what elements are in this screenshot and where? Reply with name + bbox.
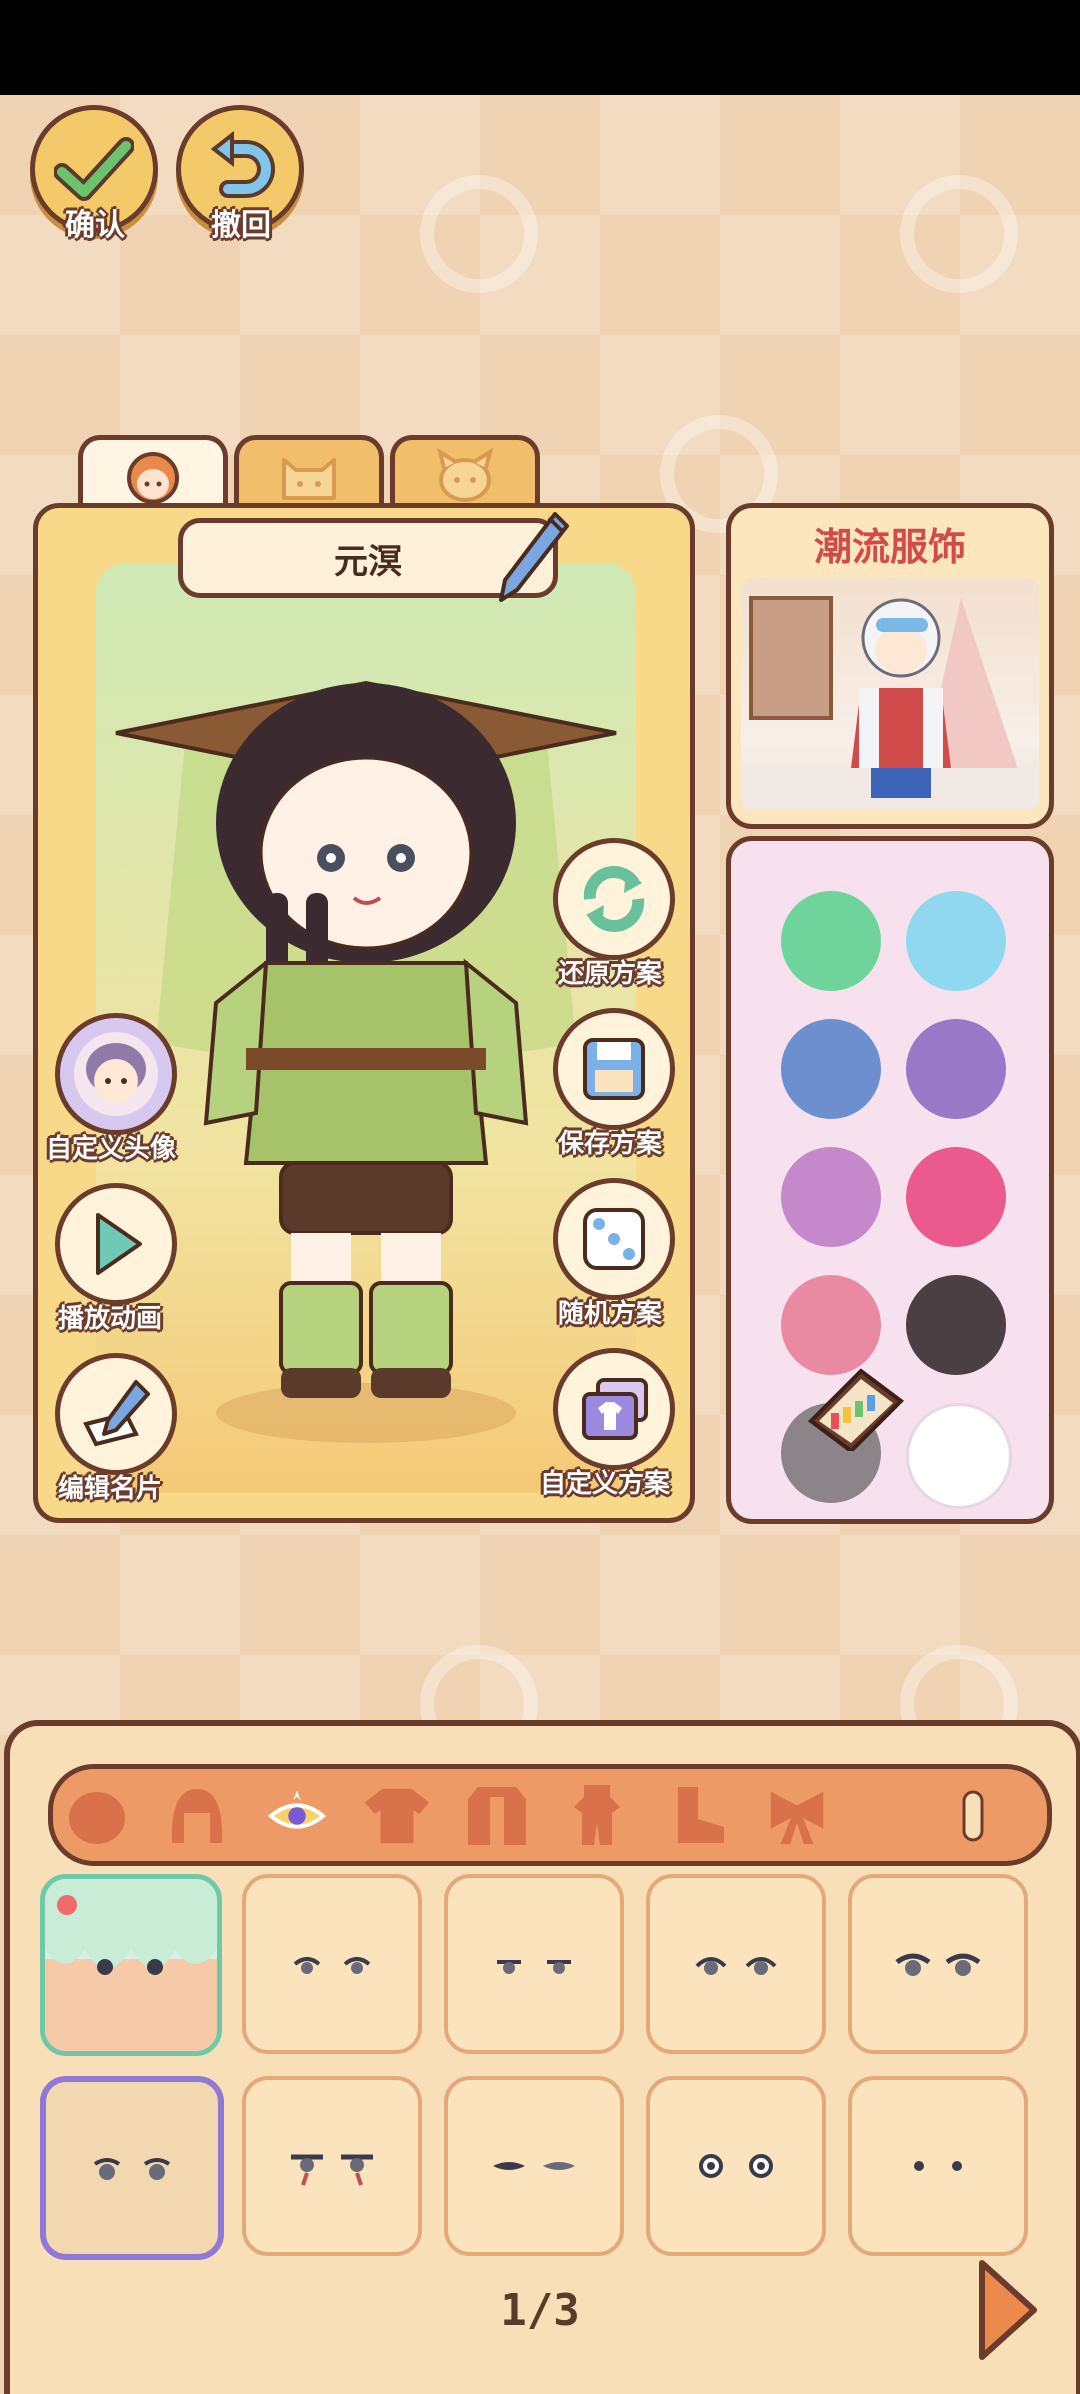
page-indicator: 1/3 xyxy=(500,2285,580,2336)
random-plan-label: 随机方案 xyxy=(558,1299,663,1329)
paint-palette-icon[interactable] xyxy=(801,1361,911,1451)
category-more[interactable] xyxy=(953,1783,993,1849)
item-cell[interactable] xyxy=(242,2076,422,2256)
custom-eyes-thumbnail xyxy=(45,1879,217,2051)
hair-icon xyxy=(171,1789,223,1843)
custom-plan-button[interactable] xyxy=(553,1348,675,1470)
category-accessory[interactable] xyxy=(763,1783,831,1849)
save-plan-label: 保存方案 xyxy=(558,1129,663,1159)
item-cell[interactable] xyxy=(444,1874,624,2054)
custom-plan-label: 自定义方案 xyxy=(540,1469,671,1499)
color-swatch[interactable] xyxy=(781,1275,881,1375)
color-swatch[interactable] xyxy=(781,1019,881,1119)
play-animation-button[interactable] xyxy=(55,1183,177,1305)
undo-icon xyxy=(210,131,275,198)
item-cell[interactable] xyxy=(444,2076,624,2256)
category-bar xyxy=(48,1764,1052,1866)
color-palette xyxy=(726,836,1054,1524)
category-hair[interactable] xyxy=(163,1783,231,1849)
check-icon xyxy=(54,137,134,201)
next-page-arrow-icon[interactable] xyxy=(972,2255,1042,2365)
color-swatch[interactable] xyxy=(906,1019,1006,1119)
trend-outfit-promo[interactable]: 潮流服饰 xyxy=(726,503,1054,829)
character-panel: 元溟 还原方案 保存方案 随机方案 自定义方案 自定义头像 播放动画 编辑名片 xyxy=(33,503,695,1523)
face-icon xyxy=(69,1792,125,1844)
category-shoes[interactable] xyxy=(663,1783,731,1849)
promo-image xyxy=(741,578,1039,810)
eyes-style-icon xyxy=(493,2162,575,2170)
category-coat[interactable] xyxy=(463,1783,531,1849)
more-icon xyxy=(962,1790,984,1842)
play-animation-label: 播放动画 xyxy=(58,1304,163,1334)
tab-character[interactable] xyxy=(78,435,228,512)
eyes-icon xyxy=(267,1790,327,1829)
random-plan-button[interactable] xyxy=(553,1178,675,1300)
dice-icon xyxy=(583,1208,645,1270)
pencil-icon[interactable] xyxy=(493,508,573,608)
custom-avatar-label: 自定义头像 xyxy=(46,1134,177,1164)
item-cell[interactable] xyxy=(646,2076,826,2256)
shoes-icon xyxy=(678,1787,724,1843)
color-swatch[interactable] xyxy=(906,1403,1012,1509)
eyes-style-icon xyxy=(93,2158,171,2180)
category-eyes[interactable] xyxy=(263,1783,331,1849)
eyes-style-icon xyxy=(291,2154,373,2186)
character-preview[interactable] xyxy=(96,563,636,1493)
item-cell[interactable] xyxy=(40,1874,222,2056)
moon-decoration xyxy=(900,175,1018,293)
eyes-style-icon xyxy=(914,2161,962,2171)
promo-character-image xyxy=(741,596,1039,810)
category-face[interactable] xyxy=(63,1783,131,1849)
outfit-icon xyxy=(574,1785,620,1845)
refresh-icon xyxy=(583,865,645,933)
edit-card-label: 编辑名片 xyxy=(58,1474,163,1504)
item-cell-selected[interactable] xyxy=(40,2076,224,2260)
eyes-style-icon xyxy=(695,1957,777,1975)
color-swatch[interactable] xyxy=(906,1275,1006,1375)
promo-title: 潮流服饰 xyxy=(813,525,966,569)
status-bar xyxy=(0,0,1080,95)
color-swatch[interactable] xyxy=(781,1147,881,1247)
cat-face-icon xyxy=(282,458,336,500)
color-swatch[interactable] xyxy=(781,891,881,991)
category-top[interactable] xyxy=(363,1783,431,1849)
reset-plan-label: 还原方案 xyxy=(558,959,663,989)
coat-icon xyxy=(468,1787,526,1845)
eyes-style-icon xyxy=(293,1957,371,1974)
top-icon xyxy=(364,1788,430,1844)
custom-avatar-button[interactable] xyxy=(55,1013,177,1135)
dog-face-icon xyxy=(436,448,494,502)
bow-icon xyxy=(770,1791,824,1845)
item-cell[interactable] xyxy=(848,2076,1028,2256)
item-cell[interactable] xyxy=(848,1874,1028,2054)
edit-card-icon xyxy=(83,1380,150,1447)
floppy-disk-icon xyxy=(583,1038,645,1100)
item-cell[interactable] xyxy=(242,1874,422,2054)
category-outfit[interactable] xyxy=(563,1783,631,1849)
tab-pet-dog[interactable] xyxy=(390,435,540,512)
reset-plan-button[interactable] xyxy=(553,838,675,960)
tab-pet-cat[interactable] xyxy=(234,435,384,512)
character-name: 元溟 xyxy=(334,541,402,582)
avatar-icon xyxy=(74,1032,158,1116)
girl-face-icon xyxy=(127,452,179,504)
undo-label: 撤回 xyxy=(211,208,271,243)
item-cell[interactable] xyxy=(646,1874,826,2054)
color-swatch[interactable] xyxy=(906,1147,1006,1247)
eyes-style-icon xyxy=(895,1953,981,1976)
character-stage xyxy=(96,563,636,1493)
moon-decoration xyxy=(420,175,538,293)
eyes-style-icon xyxy=(699,2154,773,2178)
play-icon xyxy=(96,1213,142,1275)
edit-card-button[interactable] xyxy=(55,1353,177,1475)
color-swatch[interactable] xyxy=(906,891,1006,991)
confirm-label: 确认 xyxy=(65,208,125,243)
eyes-style-icon xyxy=(497,1960,571,1974)
wardrobe-cards-icon xyxy=(582,1378,648,1440)
save-plan-button[interactable] xyxy=(553,1008,675,1130)
